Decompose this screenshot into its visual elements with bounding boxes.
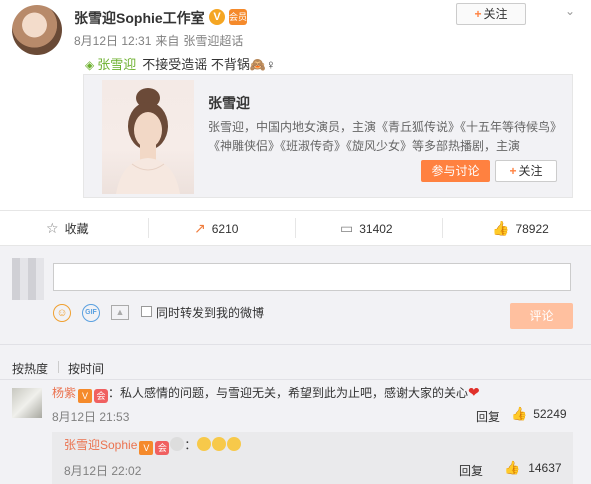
divider xyxy=(148,218,149,238)
supertopic-icon: ◈ xyxy=(85,58,95,72)
divider xyxy=(0,344,591,345)
like-count: 78922 xyxy=(515,221,549,236)
verified-icon: V xyxy=(209,9,225,25)
reply-reply-button[interactable]: 回复 xyxy=(459,462,483,479)
reply-text: ： xyxy=(184,438,197,452)
post-text: ◈ 张雪迎 不接受造谣 不背锅🙈♀ xyxy=(85,54,276,73)
comment-input[interactable] xyxy=(53,263,571,291)
post-date[interactable]: 8月12日 12:31 xyxy=(74,34,151,48)
comment-like-button[interactable]: 👍 52249 xyxy=(511,406,567,422)
member-icon: 会 xyxy=(155,441,170,455)
my-avatar xyxy=(12,258,44,300)
post-meta: 8月12日 12:31 来自 张雪迎超话 xyxy=(74,32,247,49)
card-description: 张雪迎，中国内地女演员，主演《青丘狐传说》《十五年等待候鸟》《神雕侠侣》《班淑传… xyxy=(208,120,563,153)
reply-like-count: 14637 xyxy=(528,461,562,475)
comment-button[interactable]: ▭ 31402 xyxy=(340,220,393,237)
repost-button[interactable]: ↗ 6210 xyxy=(194,220,238,237)
vip-icon: 会员 xyxy=(229,9,247,25)
thumbs-up-icon: 👍 xyxy=(504,460,521,475)
reply-button[interactable]: 回复 xyxy=(476,408,500,425)
image-icon[interactable]: ▲ xyxy=(111,305,129,320)
emoji-hug-icon xyxy=(227,437,242,451)
emoji-hug-icon xyxy=(197,437,212,451)
author-avatar[interactable] xyxy=(12,5,62,55)
thumbs-up-icon: 👍 xyxy=(492,220,510,236)
commenter-name[interactable]: 杨紫 xyxy=(52,386,76,400)
thumbs-up-icon: 👍 xyxy=(511,406,528,421)
sync-label[interactable]: 同时转发到我的微博 xyxy=(156,304,264,321)
divider xyxy=(0,379,591,380)
divider xyxy=(0,210,591,211)
sort-by-hot[interactable]: 按热度 xyxy=(12,360,48,377)
follow-label: 关注 xyxy=(483,7,508,21)
star-icon: ☆ xyxy=(46,220,59,236)
chevron-down-icon[interactable]: ⌄ xyxy=(565,4,577,18)
plus-icon: + xyxy=(474,7,482,21)
card-follow-button[interactable]: + 关注 xyxy=(495,160,557,182)
card-follow-label: 关注 xyxy=(518,164,543,178)
card-title[interactable]: 张雪迎 xyxy=(208,93,250,113)
divider xyxy=(295,218,296,238)
favorite-button[interactable]: ☆ 收藏 xyxy=(46,220,89,237)
reply-like-button[interactable]: 👍 14637 xyxy=(504,460,562,476)
source-prefix: 来自 xyxy=(155,34,180,48)
like-button[interactable]: 👍 78922 xyxy=(492,220,549,237)
reply-time: 8月12日 22:02 xyxy=(64,464,142,478)
plus-icon: + xyxy=(509,164,517,178)
divider xyxy=(442,218,443,238)
commenter-avatar[interactable] xyxy=(12,388,42,418)
panda-icon xyxy=(170,437,185,451)
emoji-hug-icon xyxy=(212,437,227,451)
comment-line: 杨紫 V 会：私人感情的问题，与雪迎无关，希望到此为止吧，感谢大家的关心❤ xyxy=(52,384,480,403)
source-link[interactable]: 张雪迎超话 xyxy=(183,34,243,48)
sync-checkbox[interactable] xyxy=(141,306,152,317)
comment-text: ：私人感情的问题，与雪迎无关，希望到此为止吧，感谢大家的关心 xyxy=(108,386,469,400)
post-body: 不接受造谣 不背锅🙈♀ xyxy=(142,57,276,72)
comment-like-count: 52249 xyxy=(533,407,567,421)
mention-link[interactable]: 张雪迎 xyxy=(97,57,136,72)
heart-icon: ❤ xyxy=(468,384,480,400)
reply-line: 张雪迎Sophie V 会 ： xyxy=(64,436,242,455)
favorite-label: 收藏 xyxy=(64,222,89,236)
portrait-image xyxy=(116,88,180,194)
submit-comment-button[interactable]: 评论 xyxy=(510,303,573,329)
author-name[interactable]: 张雪迎Sophie工作室 xyxy=(74,8,205,28)
divider xyxy=(58,361,59,373)
emoji-icon[interactable]: ☺ xyxy=(53,304,71,322)
comment-time: 8月12日 21:53 xyxy=(52,410,130,424)
member-icon: 会 xyxy=(94,389,109,403)
comment-count: 31402 xyxy=(359,221,393,236)
repost-count: 6210 xyxy=(211,221,239,236)
vip-icon: V xyxy=(78,389,93,403)
repost-icon: ↗ xyxy=(194,220,206,236)
gif-icon[interactable]: GIF xyxy=(82,304,100,322)
discuss-button[interactable]: 参与讨论 xyxy=(421,160,490,182)
sort-by-time[interactable]: 按时间 xyxy=(68,360,104,377)
reply-user[interactable]: 张雪迎Sophie xyxy=(64,438,137,452)
vip-icon: V xyxy=(139,441,154,455)
comment-icon: ▭ xyxy=(340,220,354,236)
follow-button[interactable]: + 关注 xyxy=(456,3,526,25)
card-image[interactable] xyxy=(102,80,194,194)
